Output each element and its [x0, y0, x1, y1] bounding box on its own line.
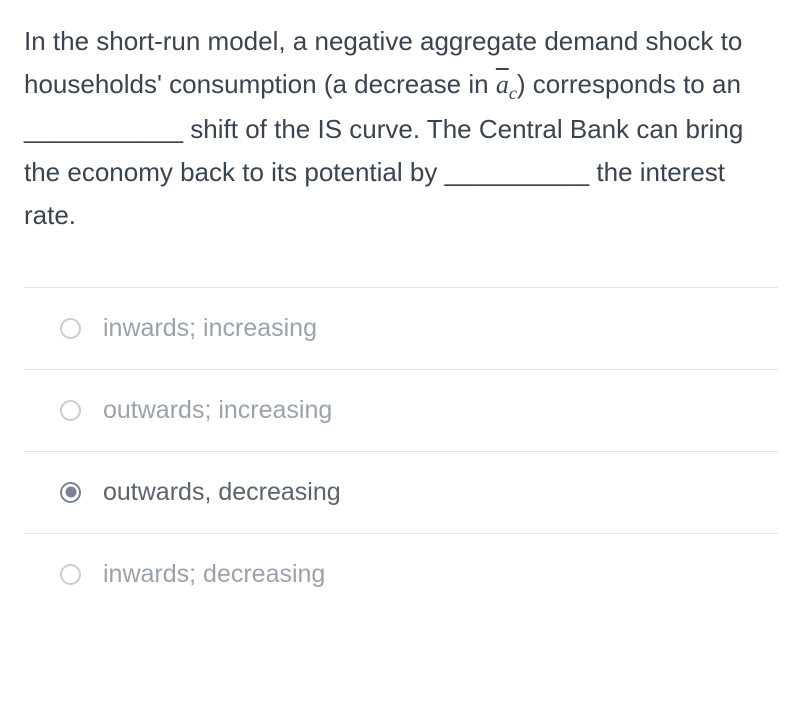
question-text: In the short-run model, a negative aggre… [24, 20, 778, 237]
option-label: outwards; increasing [103, 396, 332, 425]
options-list: inwards; increasing outwards; increasing… [24, 287, 778, 615]
option-row[interactable]: inwards; decreasing [24, 533, 778, 615]
radio-icon[interactable] [60, 318, 81, 339]
option-label: inwards; decreasing [103, 560, 325, 589]
option-row[interactable]: outwards, decreasing [24, 451, 778, 533]
math-variable: ac [496, 70, 517, 99]
option-row[interactable]: outwards; increasing [24, 369, 778, 451]
var-subscript: c [509, 83, 517, 103]
var-base: a [496, 70, 509, 99]
radio-icon[interactable] [60, 400, 81, 421]
option-label: outwards, decreasing [103, 478, 341, 507]
radio-icon[interactable] [60, 564, 81, 585]
option-label: inwards; increasing [103, 314, 317, 343]
radio-icon[interactable] [60, 482, 81, 503]
option-row[interactable]: inwards; increasing [24, 287, 778, 369]
